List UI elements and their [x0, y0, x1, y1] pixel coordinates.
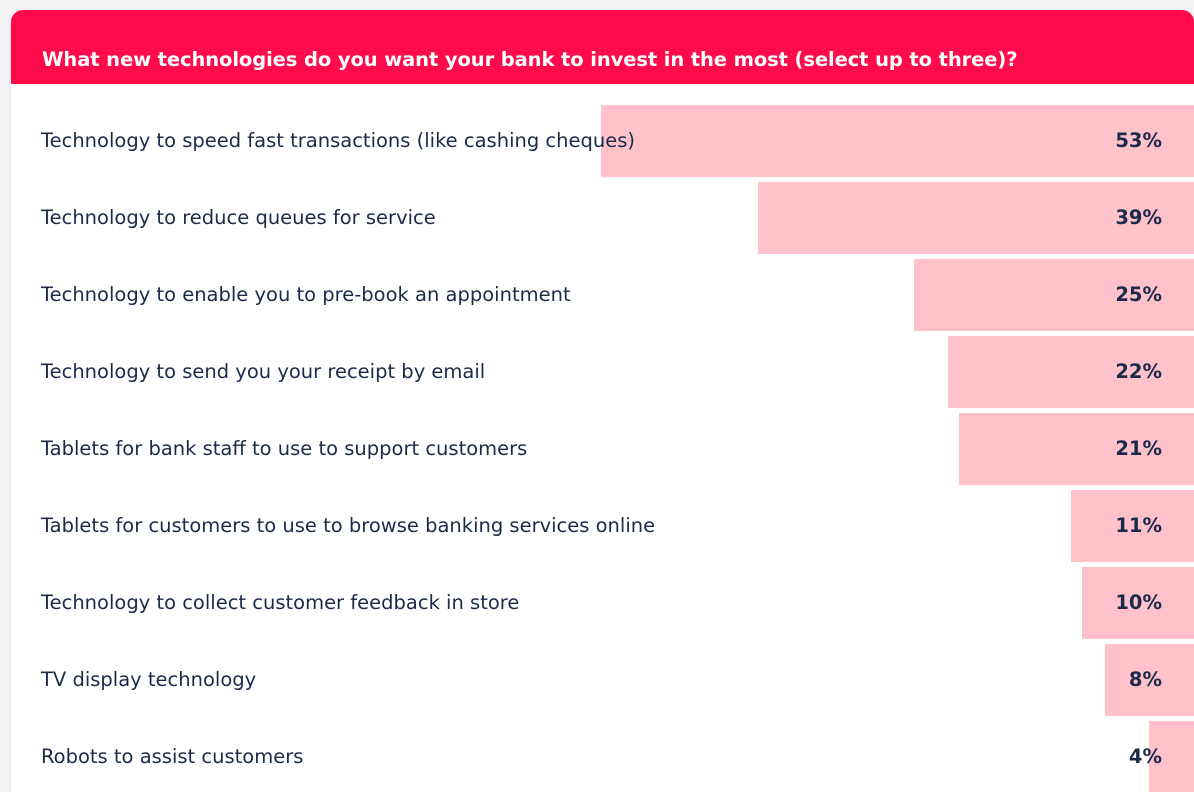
- bar: [601, 105, 1194, 177]
- bar-value-label: 22%: [1115, 360, 1162, 383]
- bar-value-label: 21%: [1115, 437, 1162, 460]
- bar-row: Technology to reduce queues for service 3…: [11, 182, 1194, 254]
- bar-row: TV display technology 8%: [11, 644, 1194, 716]
- chart-header: What new technologies do you want your b…: [11, 10, 1194, 84]
- bar-row: Tablets for bank staff to use to support…: [11, 413, 1194, 485]
- bar-label: Technology to speed fast transactions (l…: [41, 129, 635, 152]
- bar-row: Technology to enable you to pre-book an …: [11, 259, 1194, 331]
- bar-value-label: 39%: [1115, 206, 1162, 229]
- bar-label: Tablets for customers to use to browse b…: [41, 514, 656, 537]
- bar-label: Technology to reduce queues for service: [41, 206, 436, 229]
- bar-value-label: 4%: [1128, 745, 1162, 768]
- bar-value-label: 10%: [1115, 591, 1162, 614]
- chart-card: What new technologies do you want your b…: [11, 10, 1194, 792]
- bar-value-label: 8%: [1128, 668, 1162, 691]
- bar-label: Robots to assist customers: [41, 745, 304, 768]
- bar-label: TV display technology: [41, 668, 257, 691]
- bar-value-label: 11%: [1115, 514, 1162, 537]
- bar-label: Technology to enable you to pre-book an …: [41, 283, 571, 306]
- bar-row: Technology to collect customer feedback …: [11, 567, 1194, 639]
- bar-label: Tablets for bank staff to use to support…: [41, 437, 528, 460]
- bar-value-label: 53%: [1115, 129, 1162, 152]
- bar-label: Technology to collect customer feedback …: [41, 591, 520, 614]
- bar-label: Technology to send you your receipt by e…: [41, 360, 486, 383]
- bar-row: Tablets for customers to use to browse b…: [11, 490, 1194, 562]
- bar-value-label: 25%: [1115, 283, 1162, 306]
- bar-row: Technology to speed fast transactions (l…: [11, 105, 1194, 177]
- bar-row: Technology to send you your receipt by e…: [11, 336, 1194, 408]
- chart-title: What new technologies do you want your b…: [42, 48, 1018, 71]
- bar-row: Robots to assist customers 4%: [11, 721, 1194, 792]
